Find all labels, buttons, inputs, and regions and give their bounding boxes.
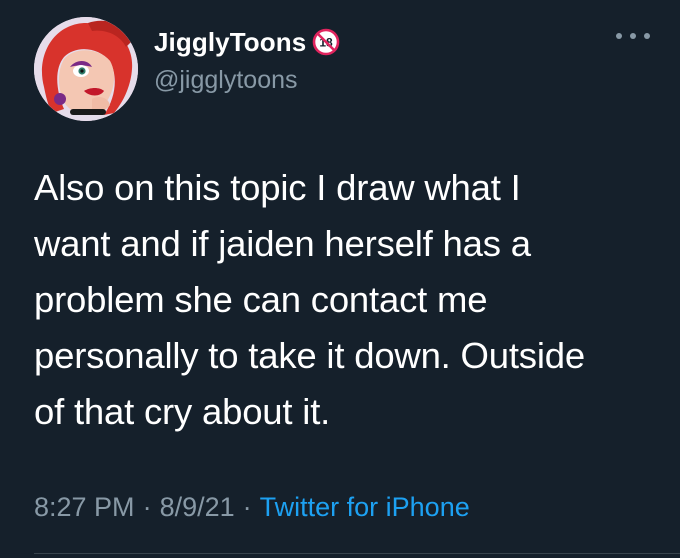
avatar[interactable] bbox=[34, 17, 138, 121]
separator: · bbox=[242, 492, 252, 522]
divider bbox=[34, 553, 680, 554]
user-handle[interactable]: @jigglytoons bbox=[154, 66, 298, 95]
name-row: JigglyToons 18 bbox=[154, 24, 340, 60]
tweet-time[interactable]: 8:27 PM bbox=[34, 492, 135, 523]
tweet-source-link[interactable]: Twitter for iPhone bbox=[260, 492, 470, 523]
tweet-date[interactable]: 8/9/21 bbox=[160, 492, 235, 523]
separator: · bbox=[142, 492, 152, 522]
tweet-text: Also on this topic I draw what I want an… bbox=[34, 167, 585, 432]
cartoon-avatar-icon bbox=[34, 17, 138, 121]
more-options-icon[interactable] bbox=[616, 26, 650, 46]
18-plus-icon: 18 bbox=[312, 28, 340, 56]
tweet-card: JigglyToons 18 @jigglytoons Also on this… bbox=[0, 0, 680, 558]
tweet-metadata: 8:27 PM · 8/9/21 · Twitter for iPhone bbox=[34, 492, 470, 523]
display-name[interactable]: JigglyToons bbox=[154, 27, 306, 58]
